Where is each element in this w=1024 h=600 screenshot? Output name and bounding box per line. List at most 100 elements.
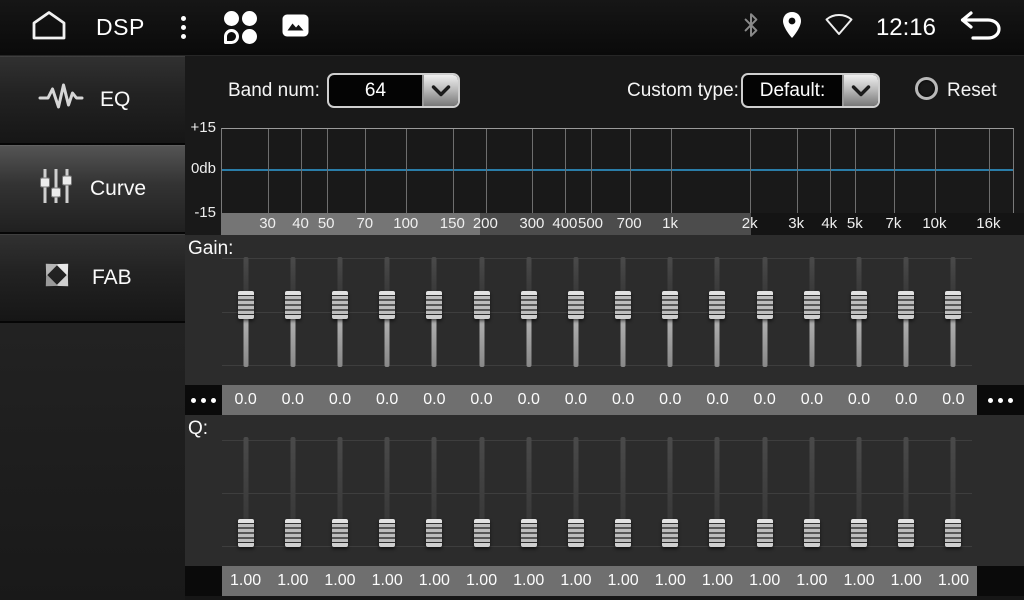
q-slider-knob[interactable] bbox=[238, 519, 254, 547]
sidebar-item-fab[interactable]: FAB bbox=[0, 234, 185, 323]
gain-slider-5[interactable] bbox=[411, 254, 458, 370]
gain-slider-knob[interactable] bbox=[238, 291, 254, 319]
gain-slider-4[interactable] bbox=[364, 254, 411, 370]
eq-curve-plot[interactable] bbox=[221, 128, 1014, 213]
gain-value-14: 0.0 bbox=[835, 385, 882, 415]
gain-slider-knob[interactable] bbox=[898, 291, 914, 319]
gain-more-right-button[interactable] bbox=[977, 385, 1024, 415]
q-slider-knob[interactable] bbox=[521, 519, 537, 547]
q-slider-1[interactable] bbox=[222, 434, 269, 550]
slider-track-upper bbox=[904, 437, 909, 523]
gain-slider-2[interactable] bbox=[269, 254, 316, 370]
overflow-menu-icon[interactable] bbox=[175, 10, 192, 45]
gallery-icon[interactable] bbox=[282, 14, 309, 42]
band-num-select[interactable]: 64 bbox=[327, 73, 460, 108]
q-slider-knob[interactable] bbox=[379, 519, 395, 547]
gain-slider-knob[interactable] bbox=[709, 291, 725, 319]
gain-slider-1[interactable] bbox=[222, 254, 269, 370]
q-slider-15[interactable] bbox=[883, 434, 930, 550]
chevron-down-icon[interactable] bbox=[842, 75, 878, 106]
gain-slider-15[interactable] bbox=[883, 254, 930, 370]
gain-slider-knob[interactable] bbox=[757, 291, 773, 319]
slider-track-upper bbox=[243, 257, 248, 295]
q-slider-12[interactable] bbox=[741, 434, 788, 550]
reset-radio[interactable] bbox=[915, 77, 938, 100]
gain-slider-knob[interactable] bbox=[662, 291, 678, 319]
q-slider-knob[interactable] bbox=[285, 519, 301, 547]
q-value-2: 1.00 bbox=[269, 566, 316, 596]
gain-slider-3[interactable] bbox=[316, 254, 363, 370]
sidebar-item-curve[interactable]: Curve bbox=[0, 145, 185, 234]
q-slider-knob[interactable] bbox=[568, 519, 584, 547]
q-slider-knob[interactable] bbox=[662, 519, 678, 547]
gain-slider-16[interactable] bbox=[930, 254, 977, 370]
gain-slider-knob[interactable] bbox=[804, 291, 820, 319]
slider-track-lower bbox=[762, 315, 767, 367]
gain-slider-7[interactable] bbox=[505, 254, 552, 370]
gain-slider-11[interactable] bbox=[694, 254, 741, 370]
q-slider-3[interactable] bbox=[316, 434, 363, 550]
gain-slider-12[interactable] bbox=[741, 254, 788, 370]
q-slider-knob[interactable] bbox=[945, 519, 961, 547]
gain-slider-8[interactable] bbox=[552, 254, 599, 370]
q-slider-4[interactable] bbox=[364, 434, 411, 550]
q-slider-5[interactable] bbox=[411, 434, 458, 550]
gain-slider-knob[interactable] bbox=[945, 291, 961, 319]
gain-slider-knob[interactable] bbox=[568, 291, 584, 319]
gain-slider-knob[interactable] bbox=[426, 291, 442, 319]
q-value-3: 1.00 bbox=[316, 566, 363, 596]
sidebar-item-eq[interactable]: EQ bbox=[0, 56, 185, 145]
back-icon[interactable] bbox=[958, 9, 1002, 46]
q-slider-knob[interactable] bbox=[474, 519, 490, 547]
q-slider-knob[interactable] bbox=[898, 519, 914, 547]
custom-type-select[interactable]: Default: bbox=[741, 73, 880, 108]
gain-value-9: 0.0 bbox=[600, 385, 647, 415]
q-slider-8[interactable] bbox=[552, 434, 599, 550]
slider-track-upper bbox=[479, 257, 484, 295]
home-icon[interactable] bbox=[28, 9, 70, 46]
gain-slider-knob[interactable] bbox=[379, 291, 395, 319]
q-slider-16[interactable] bbox=[930, 434, 977, 550]
freq-tick-label: 3k bbox=[788, 215, 804, 232]
chevron-down-icon[interactable] bbox=[422, 75, 458, 106]
freq-gridline bbox=[268, 129, 269, 213]
gain-slider-knob[interactable] bbox=[851, 291, 867, 319]
gain-slider-knob[interactable] bbox=[521, 291, 537, 319]
gain-slider-10[interactable] bbox=[647, 254, 694, 370]
q-slider-14[interactable] bbox=[835, 434, 882, 550]
eq-curve-panel: Band num: 64 Custom type: Default: Reset… bbox=[185, 56, 1024, 235]
gain-more-left-button[interactable] bbox=[185, 385, 222, 415]
gain-slider-13[interactable] bbox=[788, 254, 835, 370]
q-slider-knob[interactable] bbox=[804, 519, 820, 547]
q-slider-7[interactable] bbox=[505, 434, 552, 550]
q-slider-knob[interactable] bbox=[709, 519, 725, 547]
q-slider-9[interactable] bbox=[600, 434, 647, 550]
freq-tick-label: 10k bbox=[922, 215, 946, 232]
q-slider-knob[interactable] bbox=[851, 519, 867, 547]
q-slider-2[interactable] bbox=[269, 434, 316, 550]
q-slider-knob[interactable] bbox=[426, 519, 442, 547]
gain-value-2: 0.0 bbox=[269, 385, 316, 415]
gain-value-8: 0.0 bbox=[552, 385, 599, 415]
q-slider-10[interactable] bbox=[647, 434, 694, 550]
q-slider-knob[interactable] bbox=[332, 519, 348, 547]
q-slider-13[interactable] bbox=[788, 434, 835, 550]
q-values-strip: 1.001.001.001.001.001.001.001.001.001.00… bbox=[222, 566, 977, 596]
gain-slider-knob[interactable] bbox=[615, 291, 631, 319]
q-value-6: 1.00 bbox=[458, 566, 505, 596]
apps-clover-icon[interactable] bbox=[224, 11, 258, 45]
gain-slider-9[interactable] bbox=[600, 254, 647, 370]
gain-value-15: 0.0 bbox=[883, 385, 930, 415]
gain-slider-knob[interactable] bbox=[285, 291, 301, 319]
q-slider-knob[interactable] bbox=[615, 519, 631, 547]
q-slider-6[interactable] bbox=[458, 434, 505, 550]
slider-track-lower bbox=[479, 315, 484, 367]
q-slider-11[interactable] bbox=[694, 434, 741, 550]
gain-slider-6[interactable] bbox=[458, 254, 505, 370]
q-slider-knob[interactable] bbox=[757, 519, 773, 547]
gain-slider-knob[interactable] bbox=[474, 291, 490, 319]
gain-slider-14[interactable] bbox=[835, 254, 882, 370]
freq-gridline bbox=[671, 129, 672, 213]
gain-slider-knob[interactable] bbox=[332, 291, 348, 319]
slider-track-upper bbox=[526, 257, 531, 295]
